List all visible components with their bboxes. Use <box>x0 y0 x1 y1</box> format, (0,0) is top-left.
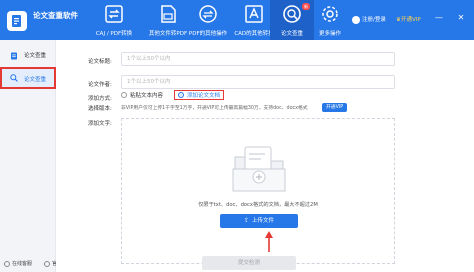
radio-label: 添加论文文档 <box>187 93 221 99</box>
author-input[interactable]: 1个以上50个以内 <box>121 75 395 89</box>
sidebar-item-paper-check[interactable]: 论文查重 <box>0 45 56 67</box>
tool-more-operations[interactable]: 更多操作 <box>310 0 350 40</box>
sidebar: 论文查重 论文查重 在线客服 <box>0 40 56 272</box>
add-text-label: 添加文字: <box>88 121 112 127</box>
paper-check-icon <box>283 5 301 23</box>
convert-file-icon <box>105 5 123 23</box>
version-note: 非VIP用户仅可上传1千字至1万字，开通VIP可上传最高篇幅30万，支持doc、… <box>121 106 308 111</box>
pdf-operations-icon <box>199 5 217 23</box>
user-icon <box>352 15 360 24</box>
radio-dot <box>178 91 184 98</box>
tool-paper-check[interactable]: 新 论文查重 <box>270 0 314 40</box>
radio-label: 粘贴文本内容 <box>130 93 164 99</box>
top-toolbar: 论文查重软件 CAJ / PDF转换 其他文件转PDF PDF的其他操作 CAD… <box>0 0 474 40</box>
red-arrow-icon <box>265 231 273 252</box>
radio-add-document[interactable]: 添加论文文档 <box>174 90 225 100</box>
sidebar-item-paper-check-active[interactable]: 论文查重 <box>0 67 56 89</box>
upload-icon: ⇪ <box>243 217 249 224</box>
sidebar-item-label: 论文查重 <box>24 77 47 83</box>
search-icon <box>10 74 18 82</box>
document-icon <box>11 52 17 60</box>
vip-text: 开通VIP <box>400 17 421 23</box>
customer-service-link[interactable]: 在线客服 <box>4 260 32 267</box>
author-label: 论文作者: <box>88 82 112 88</box>
upload-label: 上传文件 <box>252 218 275 224</box>
new-badge: 新 <box>302 3 310 10</box>
upload-dropzone[interactable]: 仅限于txt、doc、docx格式的文档，最大不超过2M ⇪ 上传文件 <box>121 118 395 264</box>
cad-convert-icon <box>245 5 263 23</box>
minimize-icon[interactable]: — <box>434 13 444 23</box>
sidebar-item-label: 论文查重 <box>24 53 47 59</box>
gear-icon <box>322 6 338 22</box>
tool-label: CAJ / PDF转换 <box>95 31 133 37</box>
globe-icon <box>44 260 50 267</box>
version-label: 选择版本: <box>88 106 112 112</box>
title-label: 论文标题: <box>88 59 112 65</box>
file-to-pdf-icon <box>161 5 176 23</box>
customer-service-icon <box>4 260 10 267</box>
app-name: 论文查重软件 <box>33 11 78 20</box>
radio-paste-text[interactable]: 粘贴文本内容 <box>121 91 163 101</box>
upload-hint: 仅限于txt、doc、docx格式的文档，最大不超过2M <box>198 202 318 208</box>
login-text: 注册/登录 <box>362 17 386 23</box>
tool-label: 论文查重 <box>280 31 303 37</box>
vip-button[interactable]: 开通VIP <box>322 103 348 112</box>
upload-file-button[interactable]: ⇪ 上传文件 <box>220 214 298 228</box>
method-label: 添加方式: <box>88 96 112 102</box>
main-panel: 论文标题: 1个以上50个以内 论文作者: 1个以上50个以内 添加方式: 粘贴… <box>56 40 474 272</box>
folder-upload-icon <box>232 146 286 192</box>
login-link[interactable]: 注册/登录 <box>352 15 386 24</box>
tool-label: 更多操作 <box>318 31 341 37</box>
app-logo-icon <box>7 11 27 31</box>
app-brand: 论文查重软件 <box>3 3 81 37</box>
submit-check-button[interactable]: 提交检测 <box>202 256 296 270</box>
title-input[interactable]: 1个以上50个以内 <box>121 52 395 66</box>
close-icon[interactable]: ✕ <box>456 13 466 23</box>
tool-caj-pdf-convert[interactable]: CAJ / PDF转换 <box>86 0 142 40</box>
customer-service-label: 在线客服 <box>12 261 33 267</box>
radio-dot <box>121 91 127 98</box>
vip-link[interactable]: ♛开通VIP <box>396 15 421 23</box>
